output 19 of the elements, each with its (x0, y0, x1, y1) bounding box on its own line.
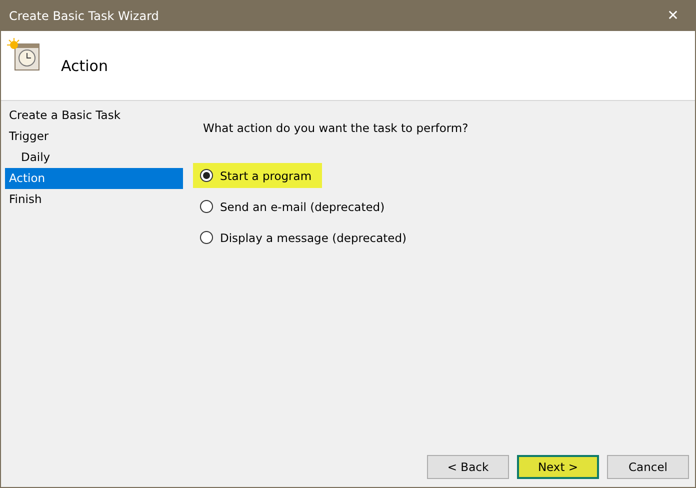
sidebar-item[interactable]: Create a Basic Task (5, 105, 183, 126)
option-label[interactable]: Display a message (deprecated) (220, 230, 407, 244)
option-label[interactable]: Send an e-mail (deprecated) (220, 200, 385, 214)
option-label[interactable]: Start a program (220, 168, 312, 182)
radio-button[interactable] (200, 231, 213, 244)
sidebar-item[interactable]: Daily (5, 147, 183, 168)
radio-button[interactable] (200, 200, 213, 213)
page-title: Action (61, 56, 108, 74)
radio-button[interactable] (200, 169, 213, 182)
wizard-button[interactable]: Cancel (607, 455, 689, 479)
window-title: Create Basic Task Wizard (8, 8, 159, 22)
sidebar-item[interactable]: Action (5, 168, 183, 189)
close-button[interactable]: ✕ (651, 0, 695, 31)
wizard-button[interactable]: Next > (517, 455, 599, 479)
question-text: What action do you want the task to perform? (203, 121, 470, 135)
sidebar-item[interactable]: Finish (5, 189, 183, 210)
sidebar-item[interactable]: Trigger (5, 126, 183, 147)
wizard-button[interactable]: < Back (427, 455, 509, 479)
task-clock-icon (7, 38, 41, 72)
